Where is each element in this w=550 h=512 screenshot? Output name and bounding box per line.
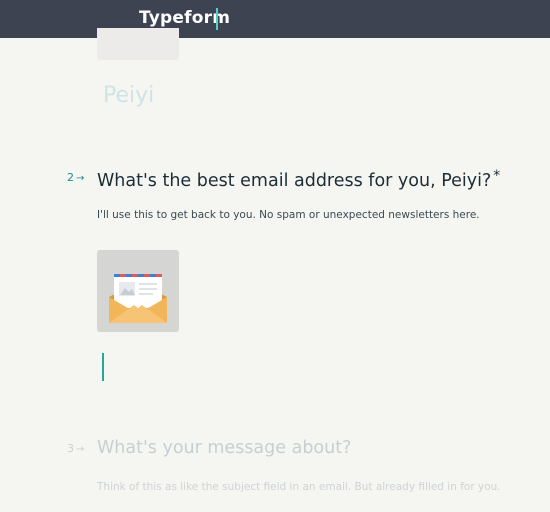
question-3-description: Think of this as like the subject field …	[97, 481, 501, 493]
arrow-right-icon: →	[76, 173, 85, 184]
question-2-number: 2 →	[67, 171, 84, 186]
envelope-illustration	[97, 250, 179, 332]
question-3-title[interactable]: What's your message about?	[97, 436, 351, 460]
question-title-text: What's the best email address for you, P…	[97, 171, 492, 191]
question-3-number: 3 →	[67, 442, 84, 457]
envelope-with-letter-icon	[109, 274, 167, 323]
required-asterisk: *	[493, 168, 501, 184]
question-2-title: What's the best email address for you, P…	[97, 164, 500, 193]
question-2-description: I'll use this to get back to you. No spa…	[97, 209, 480, 221]
previous-question-image	[97, 28, 179, 60]
question-number: 2	[67, 171, 74, 184]
top-bar: Typeform	[0, 0, 550, 38]
question-number: 3	[67, 442, 74, 455]
logo-cursor-mark	[216, 8, 218, 30]
arrow-right-icon: →	[76, 444, 85, 455]
previous-answer[interactable]: Peiyi	[103, 82, 154, 110]
email-input-cursor[interactable]	[102, 353, 104, 381]
